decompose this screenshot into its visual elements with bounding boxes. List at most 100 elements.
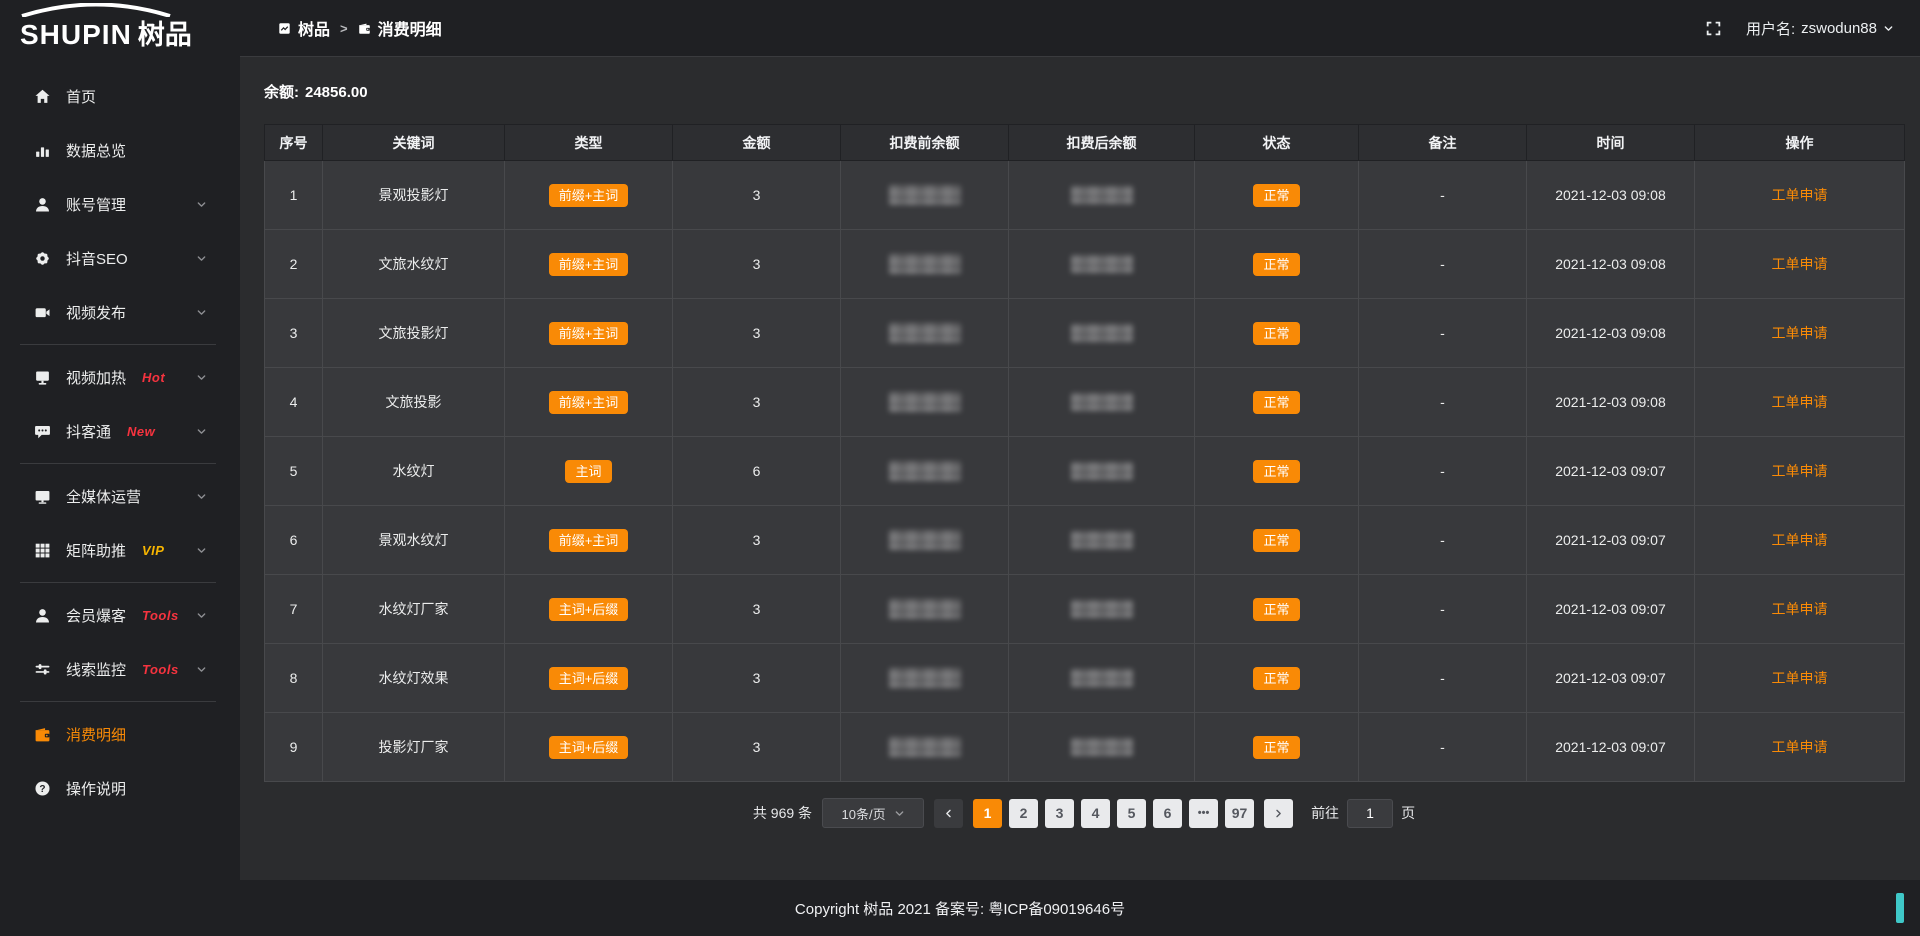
sidebar-item-video-publish[interactable]: 视频发布	[0, 285, 240, 339]
cell-keyword: 景观投影灯	[323, 161, 505, 230]
sidebar-item-douyin-seo[interactable]: 抖音SEO	[0, 231, 240, 285]
cell-time: 2021-12-03 09:08	[1527, 368, 1695, 437]
status-badge: 正常	[1253, 736, 1299, 759]
page-number-button[interactable]: 5	[1117, 799, 1146, 828]
gear-icon	[34, 250, 51, 267]
cell-balance-before	[841, 713, 1009, 782]
wallet-icon	[34, 726, 51, 743]
ticket-request-link[interactable]: 工单申请	[1772, 187, 1828, 203]
cell-balance-after	[1009, 506, 1195, 575]
page-number-button[interactable]: 4	[1081, 799, 1110, 828]
page-number-button[interactable]: 1	[973, 799, 1002, 828]
username: zswodun88	[1801, 20, 1877, 37]
status-badge: 正常	[1253, 598, 1299, 621]
sidebar-item-matrix-boost[interactable]: 矩阵助推VIP	[0, 523, 240, 577]
cell-balance-before	[841, 299, 1009, 368]
cell-note: -	[1359, 575, 1527, 644]
sidebar-item-data-overview[interactable]: 数据总览	[0, 123, 240, 177]
masked-balance-before	[889, 668, 961, 688]
main-content: 余额:24856.00 序号关键词类型金额扣费前余额扣费后余额状态备注时间操作 …	[240, 57, 1920, 880]
table-row: 8水纹灯效果主词+后缀3正常-2021-12-03 09:07工单申请	[265, 644, 1905, 713]
masked-balance-after	[1071, 255, 1133, 273]
cell-amount: 3	[673, 575, 841, 644]
cell-amount: 3	[673, 368, 841, 437]
sidebar-item-douketong[interactable]: 抖客通New	[0, 404, 240, 458]
sidebar-item-omni-media[interactable]: 全媒体运营	[0, 469, 240, 523]
masked-balance-after	[1071, 324, 1133, 342]
ticket-request-link[interactable]: 工单申请	[1772, 532, 1828, 548]
sidebar-item-label: 视频发布	[66, 302, 126, 323]
table-row: 5水纹灯主词6正常-2021-12-03 09:07工单申请	[265, 437, 1905, 506]
chevron-down-icon	[1883, 23, 1894, 34]
page-size-select[interactable]: 10条/页	[822, 798, 924, 828]
cell-balance-after	[1009, 713, 1195, 782]
cell-index: 6	[265, 506, 323, 575]
cell-balance-after	[1009, 437, 1195, 506]
type-badge: 主词+后缀	[549, 736, 629, 759]
sidebar-item-member-burst[interactable]: 会员爆客Tools	[0, 588, 240, 642]
sidebar-item-label: 账号管理	[66, 194, 126, 215]
prev-page-button[interactable]	[934, 799, 963, 828]
chevron-down-icon	[196, 253, 207, 264]
chevron-down-icon	[196, 545, 207, 556]
member-icon	[34, 607, 51, 624]
chevron-down-icon	[196, 199, 207, 210]
user-icon	[34, 196, 51, 213]
masked-balance-after	[1071, 462, 1133, 480]
goto-page-input[interactable]	[1347, 799, 1393, 828]
status-badge: 正常	[1253, 322, 1299, 345]
type-badge: 主词	[565, 460, 611, 483]
breadcrumb-item-home[interactable]: 树品	[278, 16, 330, 40]
masked-balance-after	[1071, 393, 1133, 411]
ticket-request-link[interactable]: 工单申请	[1772, 739, 1828, 755]
chevron-down-icon	[196, 664, 207, 675]
cell-status: 正常	[1195, 506, 1359, 575]
page-number-button[interactable]: 6	[1153, 799, 1182, 828]
cell-time: 2021-12-03 09:07	[1527, 437, 1695, 506]
page-number-button[interactable]: 2	[1009, 799, 1038, 828]
chevron-down-icon	[196, 372, 207, 383]
next-page-button[interactable]	[1264, 799, 1293, 828]
cell-status: 正常	[1195, 713, 1359, 782]
user-menu[interactable]: 用户名: zswodun88	[1746, 18, 1894, 39]
sidebar-item-account-management[interactable]: 账号管理	[0, 177, 240, 231]
cell-status: 正常	[1195, 575, 1359, 644]
cell-keyword: 景观水纹灯	[323, 506, 505, 575]
cell-balance-after	[1009, 230, 1195, 299]
sidebar-item-home[interactable]: 首页	[0, 69, 240, 123]
ticket-request-link[interactable]: 工单申请	[1772, 256, 1828, 272]
page-number-button[interactable]: 3	[1045, 799, 1074, 828]
ticket-request-link[interactable]: 工单申请	[1772, 325, 1828, 341]
sidebar-item-lead-monitor[interactable]: 线索监控Tools	[0, 642, 240, 696]
sidebar-item-operation-guide[interactable]: ?操作说明	[0, 761, 240, 815]
table-row: 3文旅投影灯前缀+主词3正常-2021-12-03 09:08工单申请	[265, 299, 1905, 368]
cell-balance-before	[841, 644, 1009, 713]
cell-status: 正常	[1195, 230, 1359, 299]
ticket-request-link[interactable]: 工单申请	[1772, 463, 1828, 479]
cell-action: 工单申请	[1695, 506, 1905, 575]
ticket-request-link[interactable]: 工单申请	[1772, 601, 1828, 617]
masked-balance-before	[889, 392, 961, 412]
breadcrumb-item-current[interactable]: 消费明细	[358, 16, 442, 40]
video-icon	[34, 304, 51, 321]
cell-action: 工单申请	[1695, 437, 1905, 506]
sidebar-item-tag: VIP	[142, 543, 164, 558]
ticket-request-link[interactable]: 工单申请	[1772, 394, 1828, 410]
app-logo[interactable]: SHUPIN 树品	[0, 0, 240, 57]
table-row: 4文旅投影前缀+主词3正常-2021-12-03 09:08工单申请	[265, 368, 1905, 437]
sidebar-item-video-heat[interactable]: 视频加热Hot	[0, 350, 240, 404]
type-badge: 主词+后缀	[549, 667, 629, 690]
fullscreen-icon[interactable]	[1705, 20, 1722, 37]
breadcrumb-separator: >	[340, 21, 348, 36]
status-badge: 正常	[1253, 253, 1299, 276]
side-widget[interactable]	[1896, 893, 1904, 923]
cell-action: 工单申请	[1695, 713, 1905, 782]
page-number-list: 123456•••97	[973, 799, 1254, 828]
cell-amount: 3	[673, 230, 841, 299]
sidebar-item-consume-detail[interactable]: 消费明细	[0, 707, 240, 761]
ticket-request-link[interactable]: 工单申请	[1772, 670, 1828, 686]
cell-time: 2021-12-03 09:07	[1527, 644, 1695, 713]
cell-status: 正常	[1195, 161, 1359, 230]
page-ellipsis-button[interactable]: •••	[1189, 799, 1218, 828]
page-number-button[interactable]: 97	[1225, 799, 1254, 828]
